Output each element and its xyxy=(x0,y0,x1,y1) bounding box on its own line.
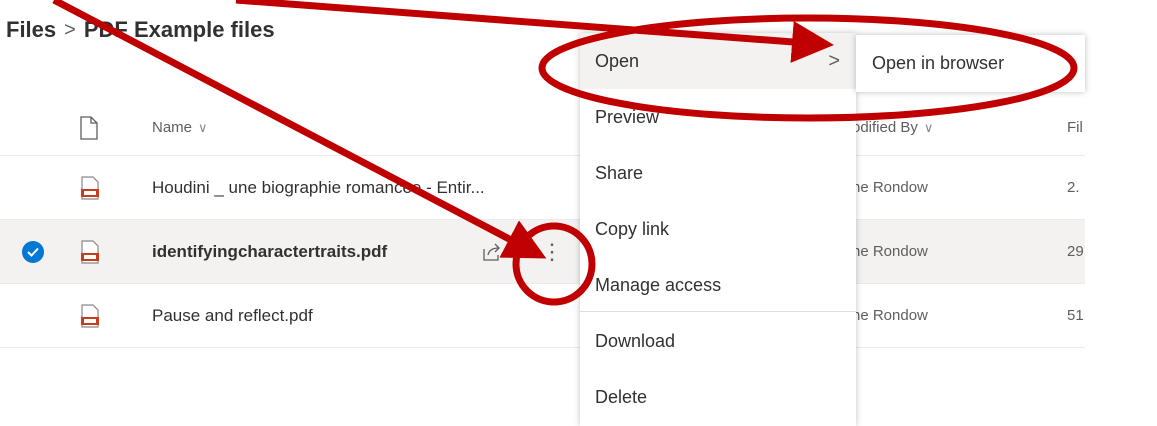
chevron-right-icon: > xyxy=(828,49,840,72)
breadcrumb-root[interactable]: Files xyxy=(6,17,56,43)
checkmark-icon xyxy=(22,240,44,263)
context-menu: Open > Preview Share Copy link Manage ac… xyxy=(580,33,856,426)
chevron-down-icon: ∨ xyxy=(923,119,934,135)
menu-item-manage-access[interactable]: Manage access xyxy=(580,257,856,313)
menu-item-label: Copy link xyxy=(595,218,670,239)
modified-by-value: ne Rondow xyxy=(852,243,928,260)
table-row[interactable]: Houdini _ une biographie romancee - Enti… xyxy=(0,156,1085,220)
file-name-link[interactable]: identifyingcharactertraits.pdf xyxy=(152,220,572,283)
open-submenu: Open in browser xyxy=(856,35,1085,92)
file-name-link[interactable]: Pause and reflect.pdf xyxy=(152,284,572,347)
menu-item-copy-link[interactable]: Copy link xyxy=(580,201,856,257)
chevron-down-icon: ∨ xyxy=(198,119,208,135)
file-size-value: 51 xyxy=(1067,307,1084,324)
pdf-file-icon xyxy=(80,220,110,283)
file-size-column-header[interactable]: Fil xyxy=(1067,100,1085,155)
menu-item-open[interactable]: Open > xyxy=(580,33,856,89)
menu-item-label: Download xyxy=(595,330,676,351)
file-size-value: 29 xyxy=(1067,243,1084,260)
modified-by-value: ne Rondow xyxy=(852,179,928,196)
menu-item-share[interactable]: Share xyxy=(580,145,856,201)
table-row[interactable]: identifyingcharactertraits.pdf ⋮ ne Rond… xyxy=(0,220,1085,284)
pdf-file-icon xyxy=(80,284,110,347)
modified-by-value: ne Rondow xyxy=(852,307,928,324)
modified-by-column-label: odified By xyxy=(852,119,918,136)
more-actions-icon[interactable]: ⋮ xyxy=(540,220,564,283)
menu-item-download[interactable]: Download xyxy=(580,313,856,369)
pdf-file-icon xyxy=(80,156,110,219)
menu-item-delete[interactable]: Delete xyxy=(580,369,856,425)
file-type-header-icon[interactable] xyxy=(80,100,110,155)
table-row[interactable]: Pause and reflect.pdf ne Rondow 51 xyxy=(0,284,1085,348)
name-column-label: Name xyxy=(152,119,193,136)
menu-divider xyxy=(580,311,856,312)
share-icon[interactable] xyxy=(482,220,502,283)
submenu-item-open-in-browser[interactable]: Open in browser xyxy=(872,53,1004,74)
file-name-link[interactable]: Houdini _ une biographie romancee - Enti… xyxy=(152,156,572,219)
menu-item-preview[interactable]: Preview xyxy=(580,89,856,145)
modified-by-column-header[interactable]: odified By ∨ xyxy=(852,100,1012,155)
menu-item-label: Open xyxy=(595,50,640,71)
breadcrumb: Files > PDF Example files xyxy=(6,12,275,48)
breadcrumb-separator: > xyxy=(64,18,76,41)
menu-item-label: Manage access xyxy=(595,274,722,295)
file-size-value: 2. xyxy=(1067,179,1080,196)
menu-item-label: Preview xyxy=(595,106,660,127)
name-column-header[interactable]: Name ∨ xyxy=(152,100,572,155)
breadcrumb-current[interactable]: PDF Example files xyxy=(84,17,275,43)
column-header-row: Name ∨ odified By ∨ Fil xyxy=(0,100,1085,156)
menu-item-label: Share xyxy=(595,162,644,183)
menu-item-label: Delete xyxy=(595,386,648,407)
row-select-checkbox[interactable] xyxy=(22,220,50,283)
